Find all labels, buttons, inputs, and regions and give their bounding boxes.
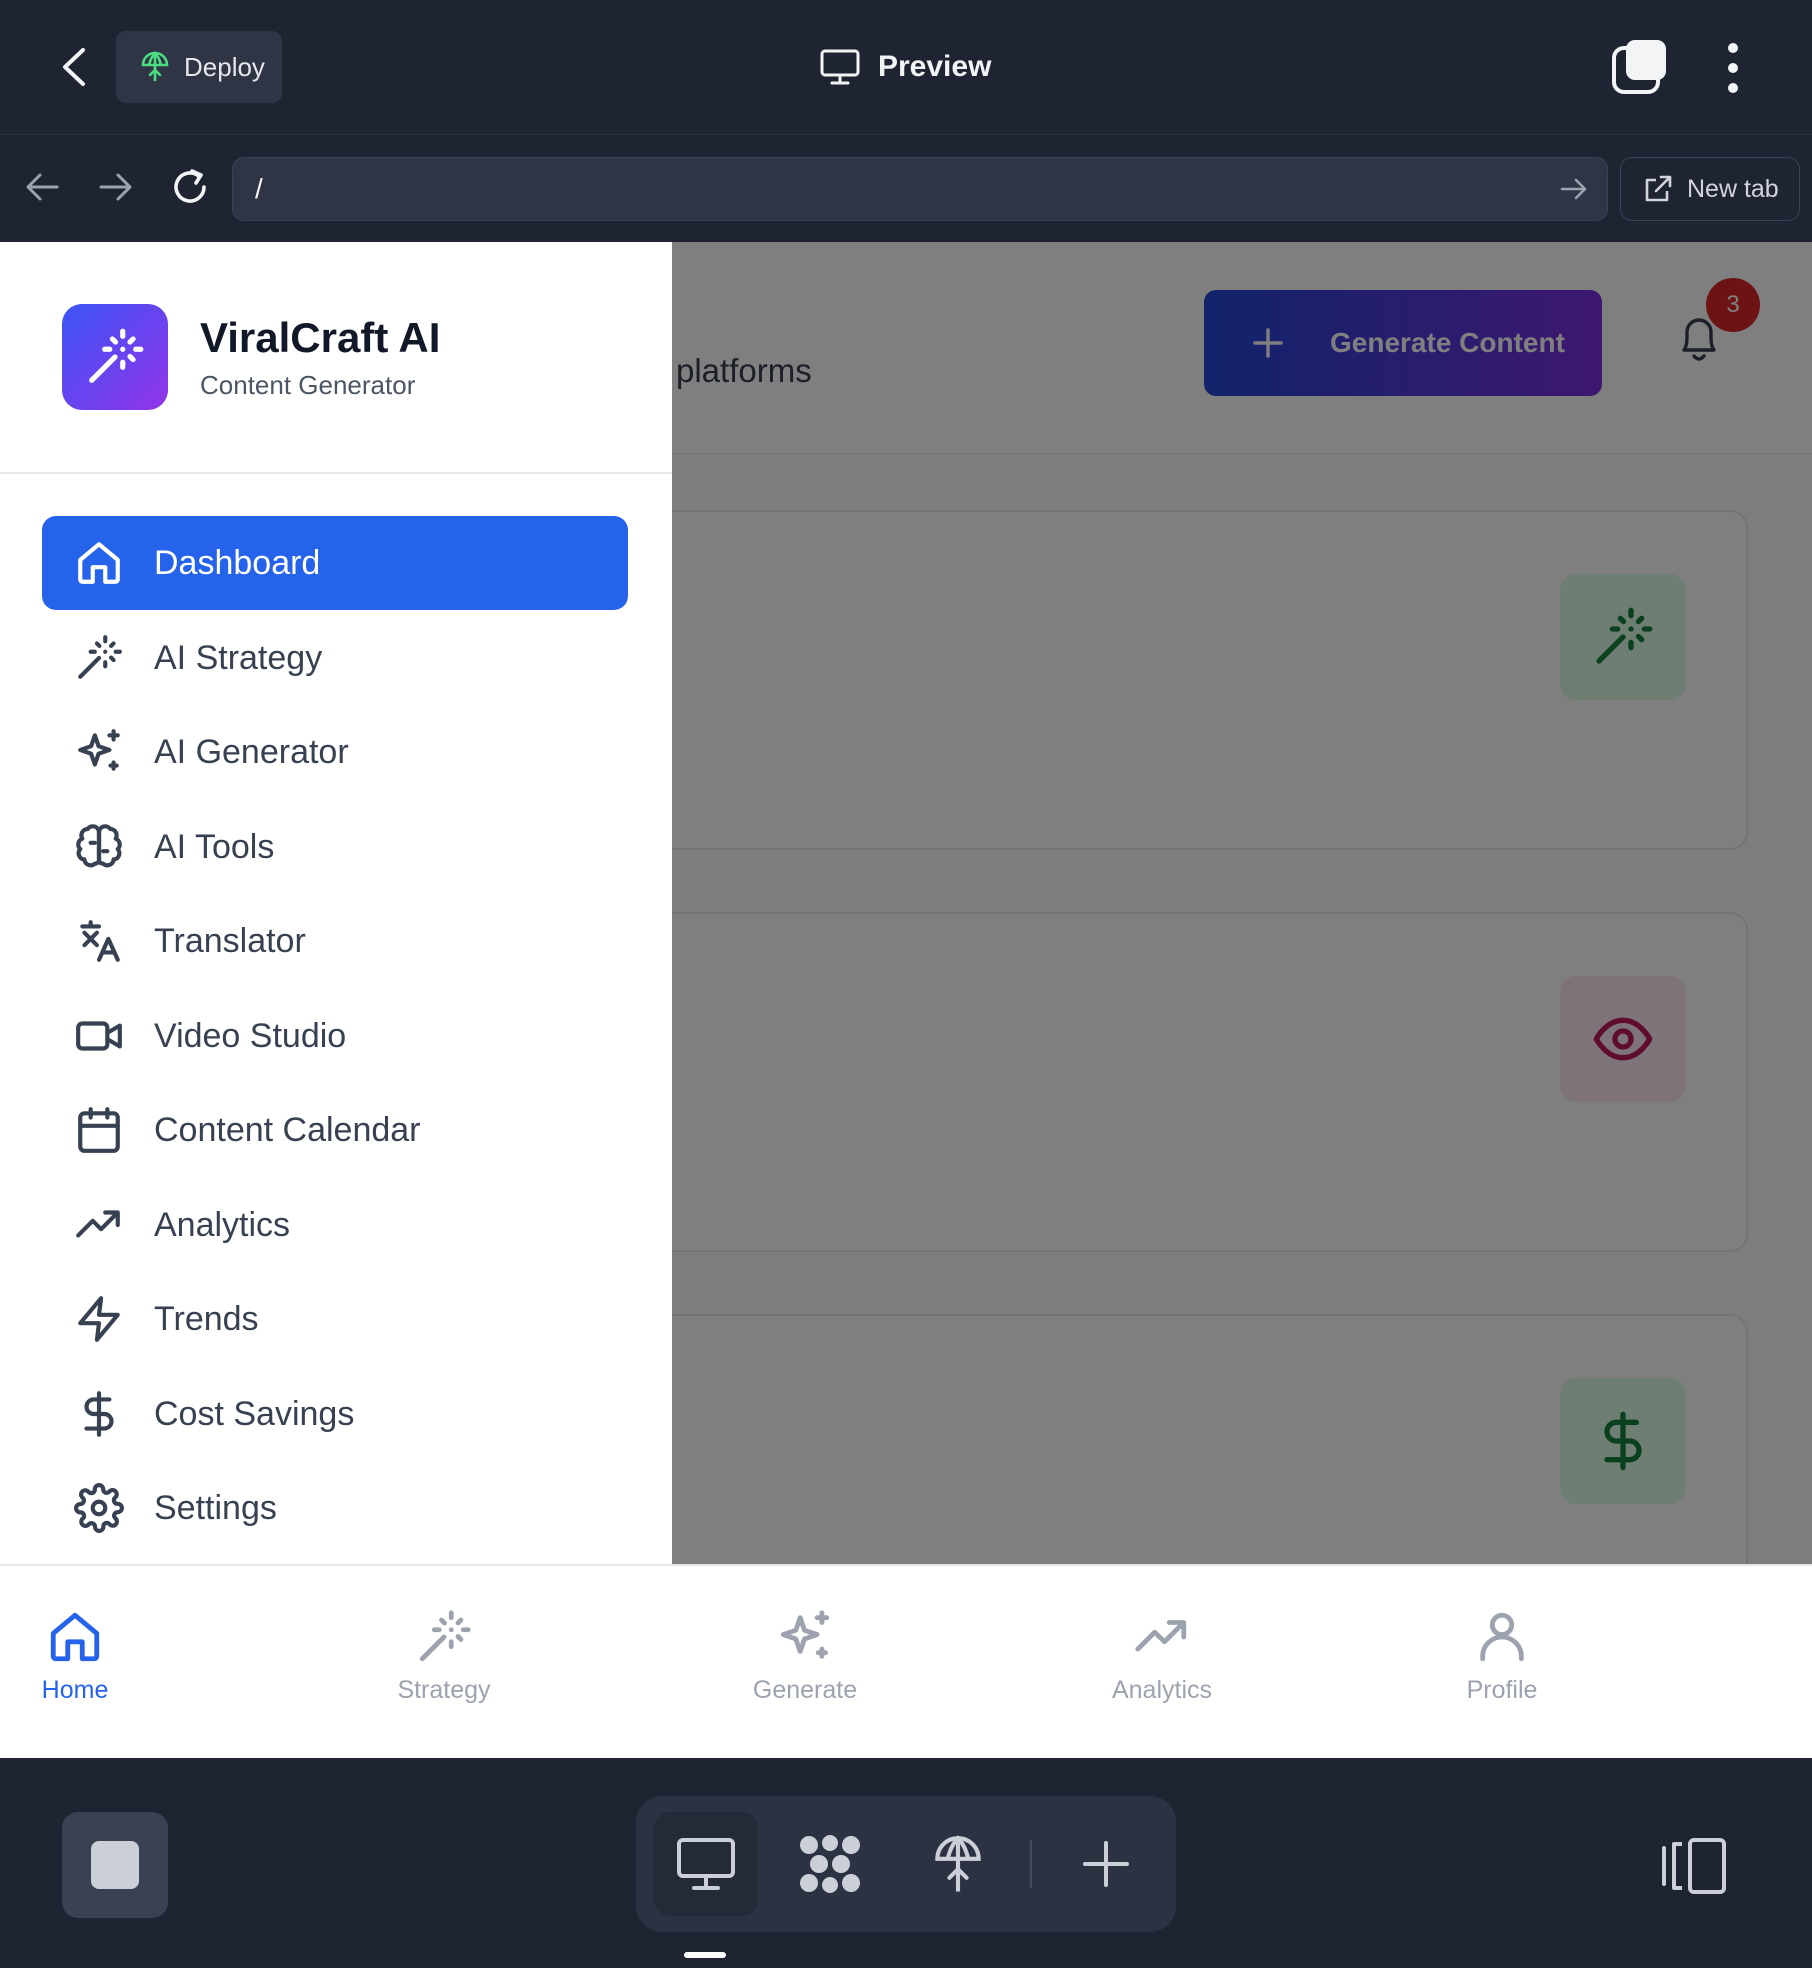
new-tab-label: New tab <box>1687 174 1779 203</box>
sidebar-item-label: AI Generator <box>154 732 349 771</box>
new-tab-button[interactable]: New tab <box>1620 157 1800 221</box>
dock-toolbar <box>636 1796 1176 1932</box>
sidebar-item-analytics[interactable]: Analytics <box>42 1178 628 1272</box>
tab-generate[interactable]: Generate <box>715 1608 895 1728</box>
sidebar-item-cost-savings[interactable]: Cost Savings <box>42 1367 628 1461</box>
stop-icon <box>91 1841 139 1889</box>
dock-add-button[interactable] <box>1054 1812 1158 1916</box>
sidebar-item-label: AI Strategy <box>154 638 323 677</box>
tabs-icon <box>1612 40 1666 94</box>
sidebar-item-label: Content Calendar <box>154 1110 421 1149</box>
tab-label: Analytics <box>1111 1676 1213 1704</box>
tab-strategy[interactable]: Strategy <box>354 1608 534 1728</box>
reload-icon <box>174 169 206 203</box>
browser-toolbar: / New tab <box>0 134 1812 241</box>
go-arrow-icon[interactable] <box>1559 174 1589 204</box>
plus-icon <box>1083 1841 1129 1887</box>
sidebar-item-ai-tools[interactable]: AI Tools <box>42 800 628 894</box>
sidebar-item-ai-strategy[interactable]: AI Strategy <box>42 611 628 705</box>
sidebar-item-settings[interactable]: Settings <box>42 1461 628 1555</box>
sidebar-item-translator[interactable]: Translator <box>42 894 628 988</box>
system-dock <box>0 1758 1812 1968</box>
tab-label: Home <box>41 1676 109 1704</box>
browser-forward-button[interactable] <box>92 163 140 211</box>
user-icon <box>1480 1612 1524 1662</box>
tab-label: Profile <box>1466 1676 1538 1704</box>
preview-title: Preview <box>820 44 991 90</box>
sidebar-item-ai-generator[interactable]: AI Generator <box>42 705 628 799</box>
sidebar-item-label: Dashboard <box>154 543 321 582</box>
chevron-left-icon <box>63 48 85 86</box>
app-logo <box>62 304 168 410</box>
magic-wand-icon <box>89 328 144 383</box>
app-viewport: platforms Generate Content 3 <box>0 242 1812 1564</box>
dock-preview-button[interactable] <box>654 1812 758 1916</box>
dock-agent-button[interactable] <box>778 1812 882 1916</box>
video-icon <box>76 1021 122 1051</box>
deploy-button[interactable]: Deploy <box>116 31 282 103</box>
tab-home[interactable]: Home <box>0 1608 165 1728</box>
sidebar-item-trends[interactable]: Trends <box>42 1272 628 1366</box>
url-text: / <box>255 173 263 204</box>
agent-icon <box>800 1835 860 1893</box>
deploy-icon <box>935 1835 981 1892</box>
reload-button[interactable] <box>166 163 214 211</box>
back-button[interactable] <box>48 36 100 98</box>
brand-tagline: Content Generator <box>200 370 416 400</box>
tab-label: Generate <box>752 1676 858 1704</box>
bottom-tab-bar: Home Strategy Generate Analytics Profile <box>0 1564 1812 1758</box>
sidebar-item-label: Translator <box>154 921 306 960</box>
split-view-icon <box>1662 1838 1726 1894</box>
brand-name: ViralCraft AI <box>200 314 441 361</box>
sparkles-icon <box>78 729 120 771</box>
sidebar-item-label: Settings <box>154 1488 277 1527</box>
monitor-icon <box>677 1838 735 1890</box>
home-indicator <box>684 1952 726 1958</box>
tab-label: Strategy <box>397 1676 491 1704</box>
tab-profile[interactable]: Profile <box>1412 1608 1592 1728</box>
top-app-bar: Deploy Preview <box>0 0 1812 134</box>
deploy-icon <box>141 51 169 81</box>
more-options-button[interactable] <box>1712 38 1754 98</box>
browser-back-button[interactable] <box>18 163 66 211</box>
split-view-button[interactable] <box>1660 1836 1730 1896</box>
arrow-left-icon <box>26 173 59 201</box>
stop-button[interactable] <box>62 1812 168 1918</box>
sidebar-drawer: ViralCraft AI Content Generator Dashboar… <box>0 242 672 1564</box>
trending-up-icon <box>1135 1620 1187 1652</box>
tab-analytics[interactable]: Analytics <box>1072 1608 1252 1728</box>
brand-header: ViralCraft AI Content Generator <box>0 242 672 474</box>
sidebar-item-label: Cost Savings <box>154 1394 355 1433</box>
trending-up-icon <box>76 1210 120 1238</box>
monitor-icon <box>820 49 860 85</box>
dollar-icon <box>84 1391 114 1437</box>
magic-wand-icon <box>419 1610 471 1662</box>
calendar-icon <box>78 1107 120 1153</box>
home-icon <box>78 542 120 584</box>
sidebar-item-label: Analytics <box>154 1205 291 1244</box>
dock-divider <box>1030 1840 1032 1888</box>
brain-icon <box>76 824 122 868</box>
preview-label: Preview <box>878 50 992 83</box>
sidebar-item-label: AI Tools <box>154 827 275 866</box>
sidebar-item-video-studio[interactable]: Video Studio <box>42 989 628 1083</box>
home-icon <box>50 1612 100 1662</box>
url-input[interactable]: / <box>232 157 1608 221</box>
translate-icon <box>80 920 120 962</box>
gear-icon <box>74 1483 124 1533</box>
sidebar-item-label: Video Studio <box>154 1016 347 1055</box>
arrow-right-icon <box>99 173 132 201</box>
sparkles-icon <box>780 1610 830 1659</box>
lightning-icon <box>78 1296 120 1342</box>
tabs-switcher-button[interactable] <box>1610 38 1670 98</box>
sidebar-item-dashboard[interactable]: Dashboard <box>42 516 628 610</box>
external-link-icon <box>1645 175 1672 202</box>
sidebar-item-content-calendar[interactable]: Content Calendar <box>42 1083 628 1177</box>
deploy-label: Deploy <box>184 51 265 82</box>
dock-deploy-button[interactable] <box>906 1812 1010 1916</box>
sidebar-item-label: Trends <box>154 1299 259 1338</box>
magic-wand-icon <box>78 635 122 679</box>
